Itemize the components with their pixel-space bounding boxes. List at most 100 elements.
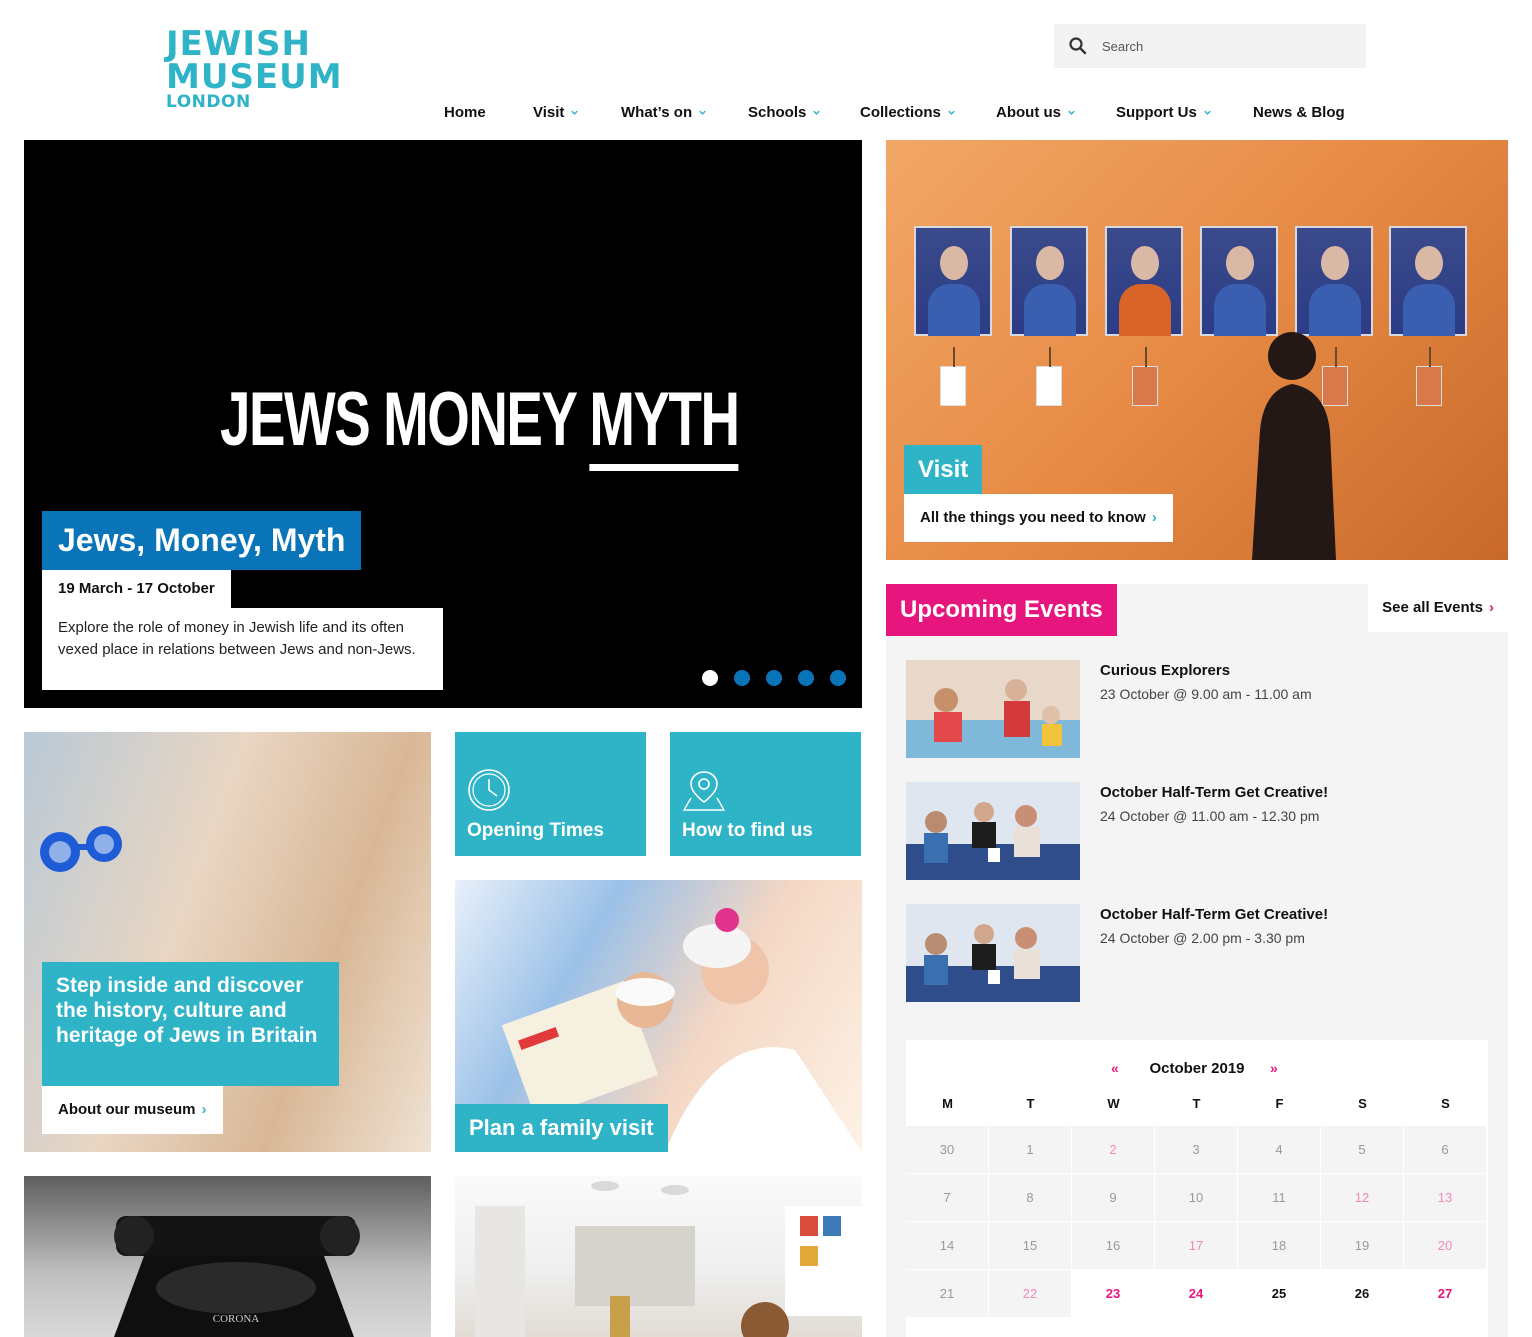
nav-item-collections[interactable]: Collections [860, 104, 956, 121]
see-all-events-link[interactable]: See all Events › [1368, 584, 1508, 632]
exhibition-logo-text: JEWS MONEY [220, 377, 590, 462]
calendar-next-button[interactable]: » [1270, 1060, 1278, 1076]
gallery-photo [475, 1181, 862, 1337]
calendar-day[interactable]: 27 [1404, 1270, 1486, 1317]
nav-item-support-us[interactable]: Support Us [1116, 104, 1212, 121]
goggles-photo [40, 826, 122, 872]
nav-item-news-blog[interactable]: News & Blog [1253, 104, 1345, 121]
event-item[interactable]: October Half-Term Get Creative! 24 Octob… [906, 904, 1486, 1002]
chevron-down-icon [1068, 110, 1075, 115]
calendar-day[interactable]: 8 [989, 1174, 1071, 1221]
family-visit-panel[interactable]: Plan a family visit [455, 880, 862, 1152]
nav-item-schools[interactable]: Schools [748, 104, 821, 121]
nav-label: About us [996, 104, 1061, 121]
museum-logo[interactable]: JEWISH MUSEUM LONDON [166, 27, 343, 112]
nav-label: What’s on [621, 104, 693, 121]
nav-label: Schools [748, 104, 807, 121]
event-thumbnail [906, 904, 1080, 1002]
calendar-day[interactable]: 19 [1321, 1222, 1403, 1269]
calendar-day[interactable]: 15 [989, 1222, 1071, 1269]
nav-label: Visit [533, 104, 565, 121]
family-visit-title[interactable]: Plan a family visit [455, 1104, 668, 1152]
nav-item-whats-on[interactable]: What’s on [621, 104, 707, 121]
visit-title[interactable]: Visit [904, 445, 983, 494]
carousel-dot-1[interactable] [702, 670, 718, 686]
search-input[interactable] [1102, 24, 1352, 68]
calendar-day[interactable]: 9 [1072, 1174, 1154, 1221]
calendar-day[interactable]: 5 [1321, 1126, 1403, 1173]
event-time: 24 October @ 2.00 pm - 3.30 pm [1100, 930, 1305, 946]
calendar-day[interactable]: 6 [1404, 1126, 1486, 1173]
carousel-dot-3[interactable] [766, 670, 782, 686]
hero-dates: 19 March - 17 October [42, 570, 231, 608]
event-item[interactable]: Curious Explorers 23 October @ 9.00 am -… [906, 660, 1486, 758]
opening-times-tile[interactable]: Opening Times [455, 732, 646, 856]
about-panel[interactable]: Step inside and discover the history, cu… [24, 732, 431, 1152]
event-item[interactable]: October Half-Term Get Creative! 24 Octob… [906, 782, 1486, 880]
exhibition-logo: JEWS MONEY MYTH [220, 377, 740, 471]
calendar-day[interactable]: 1 [989, 1126, 1071, 1173]
calendar-day[interactable]: 7 [906, 1174, 988, 1221]
calendar-day[interactable]: 18 [1238, 1222, 1320, 1269]
about-title: Step inside and discover the history, cu… [42, 962, 339, 1086]
calendar-day[interactable]: 26 [1321, 1270, 1403, 1317]
calendar-day[interactable]: 14 [906, 1222, 988, 1269]
chevron-down-icon [813, 110, 821, 115]
chevron-right-icon: › [1489, 599, 1494, 616]
calendar-day[interactable]: 23 [1072, 1270, 1154, 1317]
nav-item-visit[interactable]: Visit [533, 104, 579, 121]
calendar-day[interactable]: 21 [906, 1270, 988, 1317]
typewriter-tile[interactable]: CORONA [24, 1176, 431, 1337]
calendar-day[interactable]: 2 [1072, 1126, 1154, 1173]
calendar-day[interactable]: 3 [1155, 1126, 1237, 1173]
gallery-tile[interactable] [455, 1176, 862, 1337]
search-box[interactable] [1054, 24, 1366, 68]
find-us-label: How to find us [682, 820, 813, 841]
event-name[interactable]: Curious Explorers [1100, 662, 1230, 679]
calendar-day[interactable]: 4 [1238, 1126, 1320, 1173]
calendar-day[interactable]: 13 [1404, 1174, 1486, 1221]
calendar-day[interactable]: 11 [1238, 1174, 1320, 1221]
calendar-day[interactable]: 12 [1321, 1174, 1403, 1221]
visitor-silhouette [1252, 332, 1336, 560]
event-time: 23 October @ 9.00 am - 11.00 am [1100, 686, 1312, 702]
about-link-label: About our museum [58, 1101, 196, 1118]
calendar-day[interactable]: 24 [1155, 1270, 1237, 1317]
visit-panel[interactable]: Visit All the things you need to know › [886, 140, 1508, 560]
calendar-weekday: S [1441, 1096, 1450, 1111]
nav-item-about-us[interactable]: About us [996, 104, 1076, 121]
portrait-photo [1105, 226, 1183, 336]
event-name[interactable]: October Half-Term Get Creative! [1100, 906, 1328, 923]
see-all-label: See all Events [1382, 599, 1483, 616]
events-calendar: « October 2019 » M T W T F S S 30 1 2 3 4 5 6 7 8 9 10 11 1… [906, 1040, 1488, 1337]
calendar-day[interactable]: 25 [1238, 1270, 1320, 1317]
clock-icon [468, 769, 510, 811]
carousel-dot-4[interactable] [798, 670, 814, 686]
calendar-day[interactable]: 20 [1404, 1222, 1486, 1269]
calendar-day[interactable]: 16 [1072, 1222, 1154, 1269]
find-us-tile[interactable]: How to find us [670, 732, 861, 856]
nav-label: News & Blog [1253, 104, 1345, 121]
search-icon[interactable] [1068, 36, 1088, 56]
logo-line-2: MUSEUM [166, 57, 343, 97]
exhibit-tag [1036, 347, 1062, 406]
calendar-day[interactable]: 22 [989, 1270, 1071, 1317]
typewriter-photo: CORONA [114, 1216, 360, 1337]
calendar-day[interactable]: 30 [906, 1126, 988, 1173]
about-museum-link[interactable]: About our museum › [42, 1086, 223, 1134]
nav-label: Support Us [1116, 104, 1197, 121]
event-name[interactable]: October Half-Term Get Creative! [1100, 784, 1328, 801]
hero-title[interactable]: Jews, Money, Myth [42, 511, 362, 570]
hero-carousel[interactable]: JEWS MONEY MYTH Jews, Money, Myth 19 Mar… [24, 140, 862, 708]
chevron-down-icon [1204, 110, 1211, 115]
calendar-day[interactable]: 10 [1155, 1174, 1237, 1221]
carousel-dot-2[interactable] [734, 670, 750, 686]
visit-info-link[interactable]: All the things you need to know › [904, 494, 1173, 542]
event-thumbnail [906, 660, 1080, 758]
carousel-dots [702, 670, 846, 686]
calendar-weekday: T [1026, 1096, 1035, 1111]
event-time: 24 October @ 11.00 am - 12.30 pm [1100, 808, 1320, 824]
carousel-dot-5[interactable] [830, 670, 846, 686]
calendar-day[interactable]: 17 [1155, 1222, 1237, 1269]
nav-item-home[interactable]: Home [444, 104, 486, 121]
